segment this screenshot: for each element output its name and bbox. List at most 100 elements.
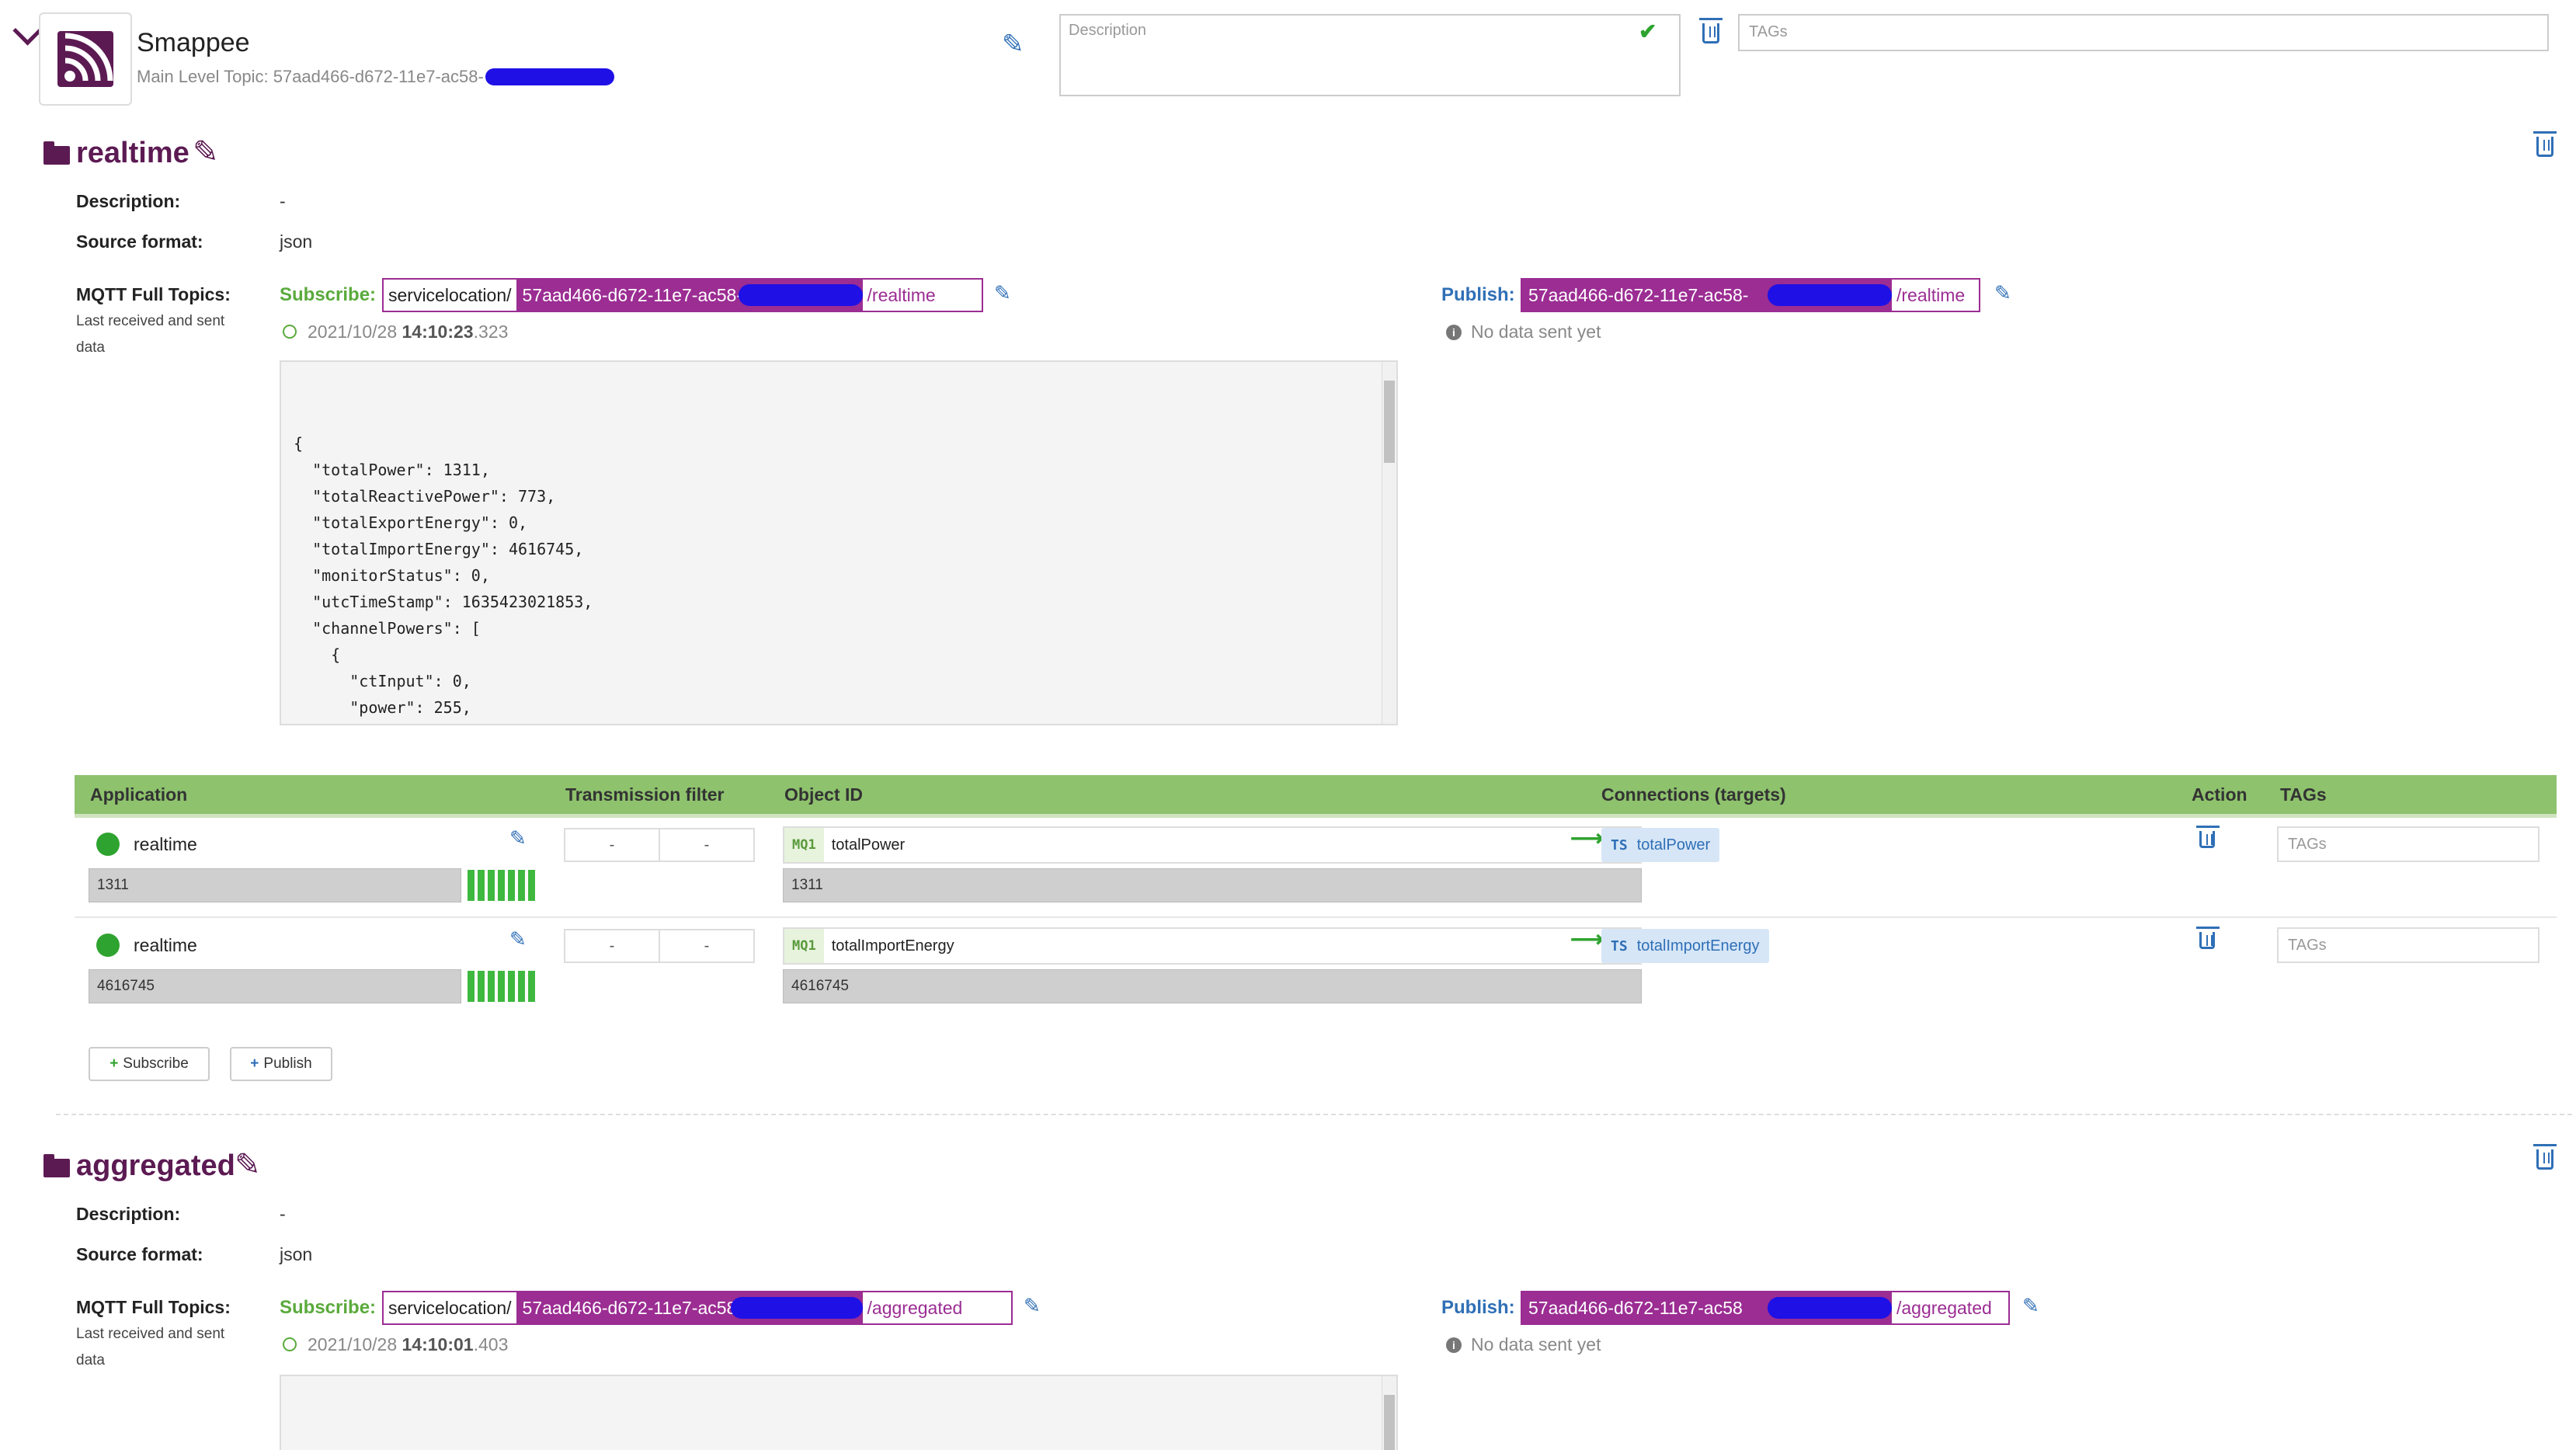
folder-open-icon	[43, 1154, 70, 1177]
col-tags: TAGs	[2280, 784, 2327, 805]
tags-placeholder: TAGs	[1749, 23, 1788, 40]
received-date: 2021/10/28	[308, 1334, 398, 1354]
edit-section-pencil-icon[interactable]: ✎	[235, 1149, 261, 1181]
edit-title-pencil-icon[interactable]: ✎	[1002, 31, 1024, 57]
redaction-mark	[1768, 284, 1892, 306]
delete-section-trash-icon[interactable]	[2533, 1144, 2557, 1170]
row-tags-placeholder: TAGs	[2288, 835, 2327, 853]
redaction-mark	[738, 284, 863, 306]
publish-label: Publish:	[1441, 284, 1515, 305]
row-tags-input[interactable]: TAGs	[2277, 927, 2539, 963]
section-divider	[56, 1114, 2572, 1115]
object-id-field[interactable]: MQ1 totalPower	[783, 826, 1642, 864]
connection-name: totalPower	[1636, 836, 1711, 854]
edit-subscribe-pencil-icon[interactable]: ✎	[994, 283, 1011, 303]
delete-row-trash-icon[interactable]	[2196, 927, 2220, 949]
subscribe-prefix: servicelocation/	[384, 1292, 516, 1323]
scrollbar-thumb[interactable]	[1384, 1395, 1395, 1450]
confirm-check-icon[interactable]: ✔	[1639, 19, 1656, 44]
edit-publish-pencil-icon[interactable]: ✎	[2022, 1295, 2039, 1316]
filter-max[interactable]: -	[659, 829, 753, 861]
received-date: 2021/10/28	[308, 322, 398, 342]
delete-device-trash-icon[interactable]	[1699, 18, 1723, 43]
mqtt-topics-label: MQTT Full Topics:	[76, 1297, 231, 1317]
row-tags-input[interactable]: TAGs	[2277, 826, 2539, 862]
clock-icon	[283, 1337, 297, 1351]
filter-min[interactable]: -	[565, 930, 659, 961]
redaction-mark	[730, 1297, 863, 1319]
edit-section-pencil-icon[interactable]: ✎	[193, 137, 219, 168]
plus-icon: +	[250, 1055, 259, 1072]
transmission-filter[interactable]: - -	[564, 828, 755, 862]
object-id-value: totalPower	[831, 836, 906, 854]
table-row: realtime ✎ 1311 - - MQ1 totalPower 1311 …	[75, 820, 2557, 916]
connection-name: totalImportEnergy	[1636, 937, 1760, 954]
connection-target[interactable]: TS totalImportEnergy	[1601, 929, 1769, 963]
subscribe-id: 57aad466-d672-11e7-ac58	[516, 1292, 863, 1323]
description-value: -	[280, 191, 286, 211]
payload-preview[interactable]: { "intervalDatas": [	[280, 1375, 1398, 1450]
section-title: realtime	[76, 137, 189, 169]
object-id-tag: MQ1	[784, 929, 824, 963]
app-value: 1311	[89, 868, 461, 902]
publish-status: No data sent yet	[1471, 322, 1601, 342]
add-subscribe-button[interactable]: + Subscribe	[89, 1047, 210, 1081]
publish-topic: 57aad466-d672-11e7-ac58- /realtime	[1521, 278, 1980, 312]
subscribe-topic: servicelocation/ 57aad466-d672-11e7-ac58…	[382, 1291, 1013, 1325]
edit-app-pencil-icon[interactable]: ✎	[509, 929, 527, 949]
description-placeholder: Description	[1069, 22, 1147, 39]
filter-min[interactable]: -	[565, 829, 659, 861]
col-connections: Connections (targets)	[1601, 784, 1786, 805]
app-logo	[39, 12, 132, 106]
object-value: 1311	[783, 868, 1642, 902]
row-tags-placeholder: TAGs	[2288, 936, 2327, 954]
filter-max[interactable]: -	[659, 930, 753, 961]
delete-row-trash-icon[interactable]	[2196, 826, 2220, 848]
subscribe-id-text: 57aad466-d672-11e7-ac58	[522, 1297, 737, 1318]
scrollbar-thumb[interactable]	[1384, 381, 1395, 463]
subscribe-suffix: /realtime	[862, 280, 940, 311]
rss-feed-icon	[57, 31, 113, 87]
connection-target[interactable]: TS totalPower	[1601, 828, 1720, 862]
source-format-label: Source format:	[76, 231, 203, 252]
subscribe-prefix: servicelocation/	[384, 280, 516, 311]
object-id-field[interactable]: MQ1 totalImportEnergy	[783, 927, 1642, 965]
publish-id-text: 57aad466-d672-11e7-ac58	[1528, 1297, 1743, 1318]
edit-app-pencil-icon[interactable]: ✎	[509, 828, 527, 848]
applications-table-header: Application Transmission filter Object I…	[75, 775, 2557, 818]
payload-preview[interactable]: { "totalPower": 1311, "totalReactivePowe…	[280, 360, 1398, 725]
section-title: aggregated	[76, 1149, 235, 1182]
last-received-time: 2021/10/28 14:10:01.403	[308, 1334, 508, 1355]
source-format-value: json	[280, 1244, 313, 1264]
source-format-value: json	[280, 231, 313, 252]
main-topic: Main Level Topic: 57aad466-d672-11e7-ac5…	[137, 67, 614, 87]
transmission-filter[interactable]: - -	[564, 929, 755, 963]
clock-icon	[283, 325, 297, 339]
received-ms: .323	[473, 322, 509, 342]
scrollbar[interactable]	[1382, 1376, 1396, 1450]
delete-section-trash-icon[interactable]	[2533, 131, 2557, 157]
header-tags-input[interactable]: TAGs	[1738, 14, 2549, 51]
collapse-chevron-icon[interactable]	[12, 16, 43, 46]
edit-subscribe-pencil-icon[interactable]: ✎	[1024, 1295, 1041, 1316]
description-textarea[interactable]: Description	[1059, 14, 1681, 96]
source-format-label: Source format:	[76, 1244, 203, 1264]
add-publish-button[interactable]: + Publish	[230, 1047, 332, 1081]
publish-id: 57aad466-d672-11e7-ac58-	[1522, 280, 1892, 311]
subscribe-topic: servicelocation/ 57aad466-d672-11e7-ac58…	[382, 278, 983, 312]
mqtt-topics-sub: Last received and sent	[76, 1326, 225, 1342]
description-label: Description:	[76, 191, 181, 211]
publish-id: 57aad466-d672-11e7-ac58	[1522, 1292, 1892, 1323]
folder-open-icon	[43, 141, 70, 165]
description-label: Description:	[76, 1204, 181, 1224]
edit-publish-pencil-icon[interactable]: ✎	[1994, 283, 2011, 303]
publish-status: No data sent yet	[1471, 1334, 1601, 1354]
app-name: realtime	[134, 834, 197, 854]
scrollbar[interactable]	[1382, 362, 1396, 724]
publish-suffix: /aggregated	[1892, 1292, 1997, 1323]
app-name: realtime	[134, 935, 197, 955]
payload-text: { "totalPower": 1311, "totalReactivePowe…	[294, 434, 593, 717]
col-object-id: Object ID	[784, 784, 863, 805]
app-value: 4616745	[89, 969, 461, 1003]
mqtt-topics-sub: Last received and sent	[76, 313, 225, 329]
